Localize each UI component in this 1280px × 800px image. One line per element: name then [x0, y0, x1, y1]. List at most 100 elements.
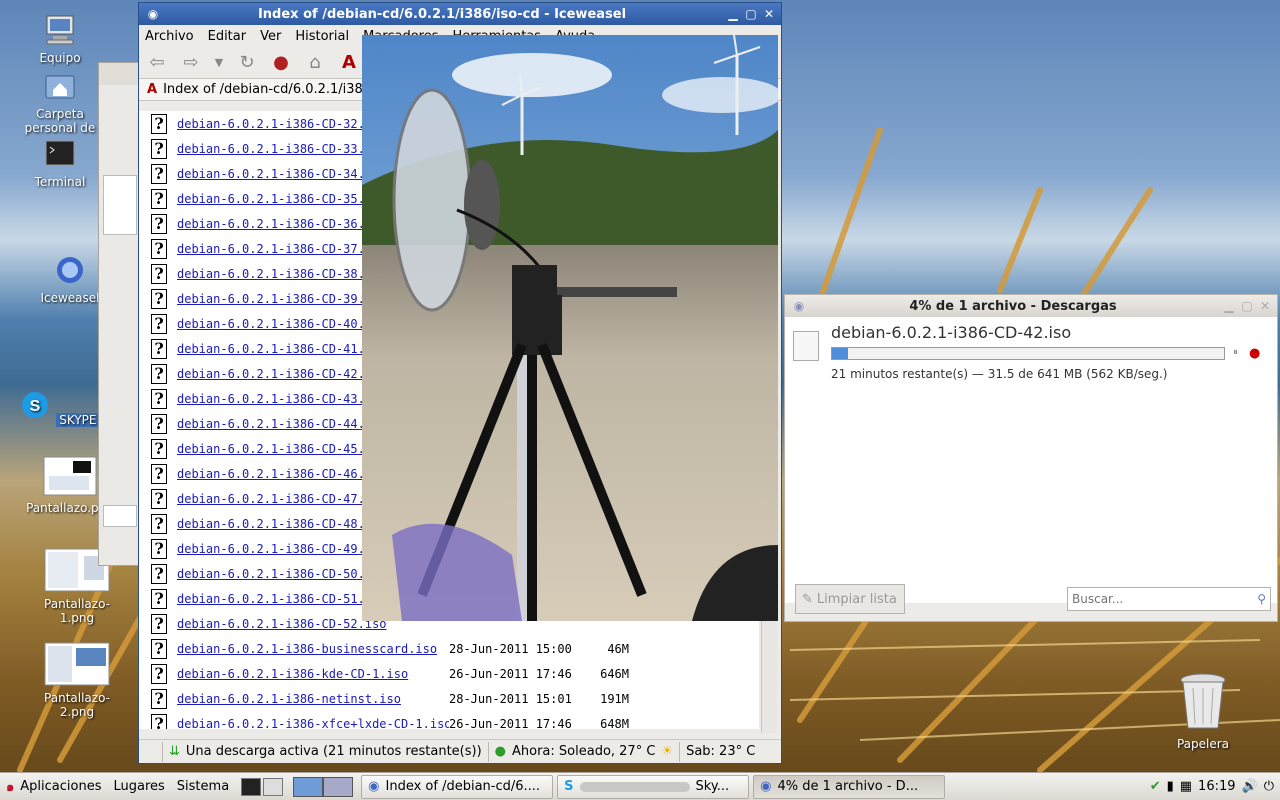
- minimize-button[interactable]: ▁: [1221, 298, 1237, 314]
- iceweasel-icon: [57, 257, 83, 283]
- skype-window-background[interactable]: [98, 62, 142, 566]
- file-link[interactable]: debian-6.0.2.1-i386-netinst.iso: [177, 692, 449, 706]
- download-filename: debian-6.0.2.1-i386-CD-42.iso: [831, 323, 1072, 342]
- desktop-icon-equipo[interactable]: Equipo: [15, 14, 105, 65]
- statusbar: ⇊ Una descarga activa (21 minutos restan…: [139, 739, 781, 763]
- terminal-launcher-icon[interactable]: [241, 777, 262, 796]
- browser-titlebar[interactable]: ◉ Index of /debian-cd/6.0.2.1/i386/iso-c…: [139, 3, 781, 25]
- menu-sistema[interactable]: Sistema: [171, 775, 235, 799]
- menu-editar[interactable]: Editar: [208, 29, 247, 44]
- task-label: 4% de 1 archivo - D...: [777, 779, 919, 794]
- pause-icon[interactable]: ⏸: [1233, 347, 1238, 358]
- workspace-switcher[interactable]: [289, 775, 357, 799]
- clear-list-label: Limpiar lista: [816, 591, 897, 607]
- window-title: Index of /debian-cd/6.0.2.1/i386/iso-cd …: [257, 6, 627, 22]
- task-label: Index of /debian-cd/6....: [385, 779, 541, 794]
- clock[interactable]: 16:19: [1198, 779, 1235, 794]
- history-dropdown-icon[interactable]: ▼: [213, 51, 225, 75]
- menu-aplicaciones[interactable]: ๑ Aplicaciones: [0, 775, 107, 799]
- file-date: 28-Jun-2011 15:01: [449, 691, 572, 706]
- network-signal-icon[interactable]: ▮: [1167, 779, 1174, 794]
- close-button[interactable]: ✕: [761, 6, 777, 22]
- status-downloads[interactable]: ⇊ Una descarga activa (21 minutos restan…: [163, 741, 489, 762]
- site-icon[interactable]: A: [337, 51, 361, 75]
- image-thumbnail-icon: [44, 642, 110, 686]
- svg-text:S: S: [30, 398, 41, 415]
- download-status: 21 minutos restante(s) — 31.5 de 641 MB …: [831, 367, 1168, 381]
- update-check-icon[interactable]: ✔: [1150, 779, 1161, 794]
- unknown-file-icon: ?: [151, 713, 167, 729]
- desktop-icon-terminal[interactable]: Terminal: [15, 138, 105, 189]
- unknown-file-icon: ?: [151, 113, 167, 134]
- maximize-button[interactable]: ▢: [743, 6, 759, 22]
- menu-lugares[interactable]: Lugares: [107, 775, 170, 799]
- file-size: 646M: [600, 666, 629, 681]
- file-link[interactable]: debian-6.0.2.1-i386-xfce+lxde-CD-1.iso: [177, 717, 449, 730]
- weather-text: Ahora: Soleado, 27° C: [512, 744, 656, 759]
- download-arrow-icon: ⇊: [169, 744, 180, 759]
- unknown-file-icon: ?: [151, 413, 167, 434]
- downloads-list: debian-6.0.2.1-i386-CD-42.iso ⏸ ● 21 min…: [785, 317, 1277, 603]
- status-forecast[interactable]: Sab: 23° C: [680, 742, 761, 762]
- clear-list-button[interactable]: ✎ Limpiar lista: [795, 584, 905, 614]
- unknown-file-icon: ?: [151, 588, 167, 609]
- unknown-file-icon: ?: [151, 163, 167, 184]
- listing-row: ? debian-6.0.2.1-i386-kde-CD-1.iso 26-Jun-…: [139, 661, 759, 686]
- minimize-button[interactable]: ▁: [725, 6, 741, 22]
- tab-label: Index of /debian-cd/6.0.2.1/i386: [163, 82, 372, 97]
- reload-icon[interactable]: ↻: [235, 51, 259, 75]
- task-skype[interactable]: S Sky...: [557, 774, 750, 799]
- download-progress-fill: [832, 348, 848, 359]
- page-icon: A: [147, 82, 158, 97]
- back-icon[interactable]: ⇦: [145, 51, 169, 75]
- task-downloads[interactable]: ◉ 4% de 1 archivo - D...: [753, 774, 946, 799]
- search-icon[interactable]: ⚲: [1257, 592, 1266, 606]
- forecast-text: Sab: 23° C: [686, 744, 756, 759]
- home-icon[interactable]: ⌂: [303, 51, 327, 75]
- file-link[interactable]: debian-6.0.2.1-i386-kde-CD-1.iso: [177, 667, 449, 681]
- desktop-icon-pantallazo-2[interactable]: Pantallazo-2.png: [32, 642, 122, 719]
- cancel-icon[interactable]: ●: [1249, 346, 1260, 361]
- search-input[interactable]: [1072, 592, 1242, 606]
- window-menu-icon[interactable]: ◉: [791, 298, 807, 314]
- desktop-icon-label: SKYPE: [56, 413, 100, 427]
- workspace-2[interactable]: [323, 776, 354, 797]
- desktop-icon-label: Pantallazo-1.png: [44, 597, 110, 625]
- close-button[interactable]: ✕: [1257, 298, 1273, 314]
- file-link[interactable]: debian-6.0.2.1-i386-businesscard.iso: [177, 642, 449, 656]
- task-browser[interactable]: ◉ Index of /debian-cd/6....: [361, 774, 554, 799]
- volume-icon[interactable]: 🔊: [1242, 779, 1258, 794]
- vertical-scrollbar[interactable]: [761, 619, 777, 733]
- unknown-file-icon: ?: [151, 188, 167, 209]
- download-progress-bar: [831, 347, 1225, 360]
- keyboard-icon[interactable]: ▦: [1180, 779, 1192, 794]
- forward-icon[interactable]: ⇨: [179, 51, 203, 75]
- window-menu-icon[interactable]: ◉: [145, 6, 161, 22]
- search-field[interactable]: ⚲: [1067, 587, 1271, 611]
- unknown-file-icon: ?: [151, 213, 167, 234]
- listing-row: ? debian-6.0.2.1-i386-xfce+lxde-CD-1.iso 2…: [139, 711, 759, 729]
- menu-historial[interactable]: Historial: [295, 29, 349, 44]
- broom-icon: ✎: [802, 591, 813, 607]
- menu-ver[interactable]: Ver: [260, 29, 281, 44]
- maximize-button[interactable]: ▢: [1239, 298, 1255, 314]
- desktop-icon-home[interactable]: Carpeta personal de: [15, 70, 105, 135]
- unknown-file-icon: ?: [151, 363, 167, 384]
- menu-archivo[interactable]: Archivo: [145, 29, 194, 44]
- sun-icon: ☀: [661, 744, 674, 759]
- unknown-file-icon: ?: [151, 663, 167, 684]
- iceweasel-icon: ◉: [368, 779, 380, 794]
- desktop-icon-trash[interactable]: Papelera: [1158, 670, 1248, 751]
- desktop-icon-skype[interactable]: S SKYPE: [14, 390, 104, 427]
- unknown-file-icon: ?: [151, 313, 167, 334]
- workspace-1[interactable]: [293, 776, 324, 797]
- downloads-window[interactable]: ◉ 4% de 1 archivo - Descargas ▁ ▢ ✕ debi…: [784, 294, 1278, 622]
- desktop-icon-label: Terminal: [34, 175, 86, 189]
- stop-icon[interactable]: ●: [269, 51, 293, 75]
- task-label: Sky...: [695, 779, 730, 794]
- screenshot-launcher-icon[interactable]: [263, 777, 284, 796]
- downloads-titlebar[interactable]: ◉ 4% de 1 archivo - Descargas ▁ ▢ ✕: [785, 295, 1277, 317]
- file-date: 26-Jun-2011 17:46: [449, 716, 572, 730]
- status-weather[interactable]: ● Ahora: Soleado, 27° C ☀: [489, 741, 681, 762]
- power-icon[interactable]: ⏻: [1264, 779, 1274, 794]
